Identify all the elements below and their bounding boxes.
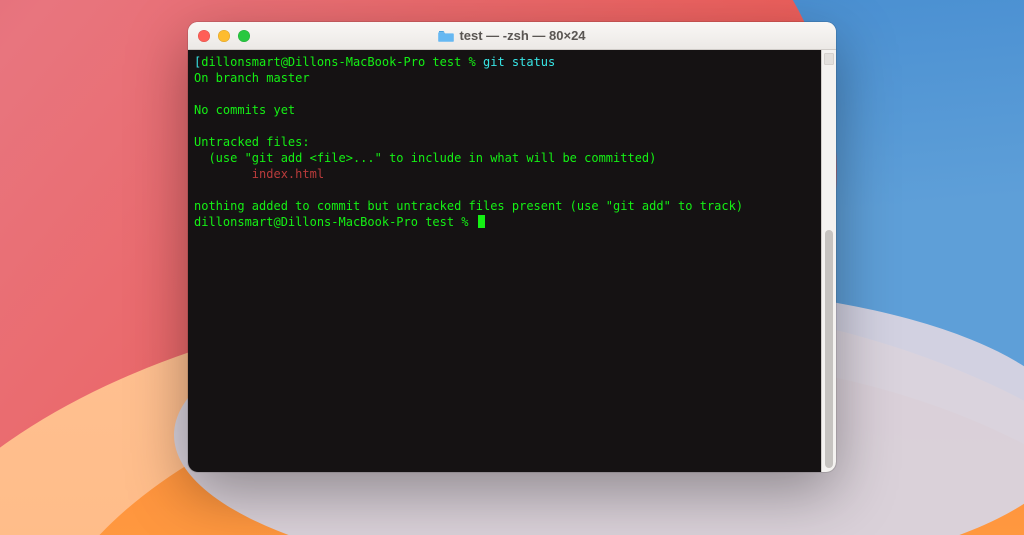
terminal-body: [dillonsmart@Dillons-MacBook-Pro test % …: [188, 50, 836, 472]
minimize-button[interactable]: [218, 30, 230, 42]
folder-icon: [438, 30, 454, 42]
window-controls: [198, 30, 250, 42]
cursor: [478, 215, 485, 228]
prompt: dillonsmart@Dillons-MacBook-Pro test %: [201, 55, 483, 69]
prompt: dillonsmart@Dillons-MacBook-Pro test %: [194, 215, 476, 229]
scrollbar-thumb[interactable]: [825, 230, 833, 468]
command: git status: [483, 55, 555, 69]
output-line: nothing added to commit but untracked fi…: [194, 199, 743, 213]
window-title: test — -zsh — 80×24: [459, 28, 585, 43]
terminal-content[interactable]: [dillonsmart@Dillons-MacBook-Pro test % …: [188, 50, 821, 472]
output-line: On branch master: [194, 71, 310, 85]
close-button[interactable]: [198, 30, 210, 42]
untracked-file: index.html: [194, 167, 324, 181]
scroll-menu-icon: [824, 53, 834, 65]
output-line: (use "git add <file>..." to include in w…: [194, 151, 656, 165]
scrollbar[interactable]: [821, 50, 836, 472]
output-line: No commits yet: [194, 103, 295, 117]
terminal-window[interactable]: test — -zsh — 80×24 [dillonsmart@Dillons…: [188, 22, 836, 472]
window-titlebar[interactable]: test — -zsh — 80×24: [188, 22, 836, 50]
output-line: Untracked files:: [194, 135, 310, 149]
zoom-button[interactable]: [238, 30, 250, 42]
